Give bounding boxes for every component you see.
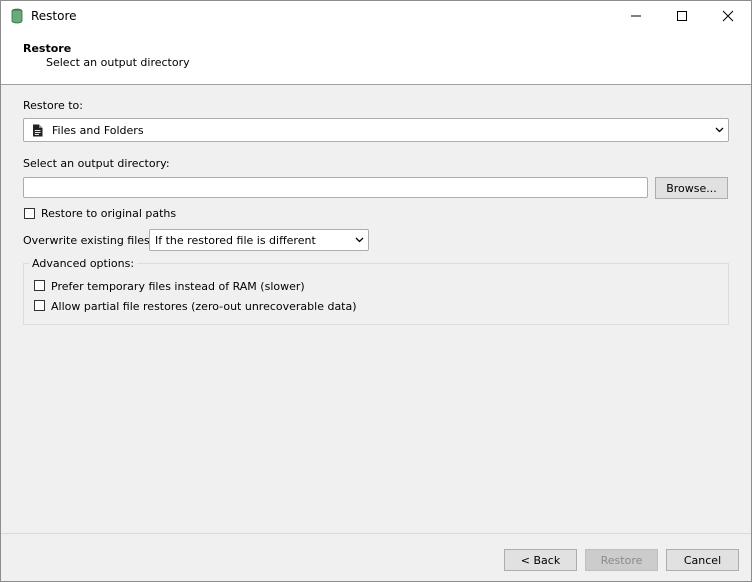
overwrite-dropdown[interactable]: If the restored file is different [149, 229, 369, 251]
partial-restore-label: Allow partial file restores (zero-out un… [51, 300, 357, 313]
browse-button[interactable]: Browse... [655, 177, 728, 199]
restore-window: Restore Restore Select an output directo… [0, 0, 752, 582]
close-icon [722, 10, 734, 22]
back-button[interactable]: < Back [504, 549, 577, 571]
browse-button-label: Browse... [666, 181, 717, 195]
document-icon [33, 124, 43, 137]
restore-to-dropdown[interactable]: Files and Folders [23, 118, 729, 142]
output-directory-label: Select an output directory: [23, 157, 170, 170]
chevron-down-icon [355, 237, 364, 243]
maximize-button[interactable] [659, 1, 705, 31]
close-button[interactable] [705, 1, 751, 31]
restore-to-value: Files and Folders [52, 124, 144, 137]
temp-files-label: Prefer temporary files instead of RAM (s… [51, 280, 305, 293]
cancel-button-label: Cancel [683, 553, 722, 567]
original-paths-checkbox[interactable] [24, 208, 35, 219]
temp-files-checkbox[interactable] [34, 280, 45, 291]
partial-restore-checkbox[interactable] [34, 300, 45, 311]
chevron-down-icon [715, 127, 724, 133]
restore-button-label: Restore [600, 553, 643, 567]
original-paths-label: Restore to original paths [41, 207, 177, 220]
minimize-button[interactable] [613, 1, 659, 31]
title-bar[interactable]: Restore [1, 1, 751, 31]
minimize-icon [631, 15, 641, 17]
header-subtitle: Select an output directory [46, 56, 190, 69]
overwrite-value: If the restored file is different [155, 234, 316, 247]
footer-divider [1, 533, 751, 534]
back-button-label: < Back [520, 553, 561, 567]
window-title: Restore [31, 9, 77, 23]
wizard-header: Restore Select an output directory [1, 31, 751, 85]
header-title: Restore [23, 42, 72, 55]
overwrite-label: Overwrite existing files: [23, 234, 154, 247]
restore-button[interactable]: Restore [585, 549, 658, 571]
cancel-button[interactable]: Cancel [666, 549, 739, 571]
restore-to-label: Restore to: [23, 99, 83, 112]
maximize-icon [677, 11, 687, 21]
stacked-disks-icon [11, 8, 23, 24]
output-directory-input[interactable] [23, 177, 648, 198]
advanced-options-legend: Advanced options: [29, 257, 138, 270]
advanced-options-group [23, 263, 729, 325]
